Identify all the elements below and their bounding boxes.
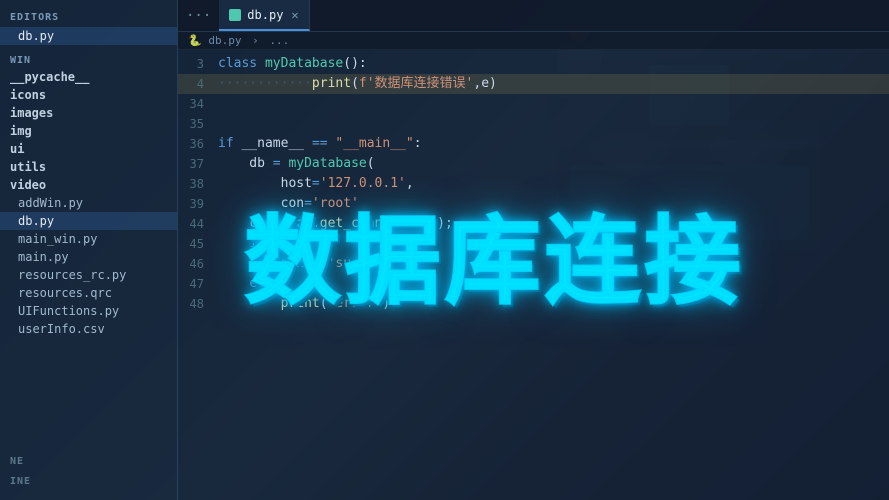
sidebar: EDITORS db.py WIN __pycache__ icons imag… xyxy=(0,0,178,500)
sidebar-file-main-win[interactable]: main_win.py xyxy=(0,230,177,248)
sidebar-folder-ui[interactable]: ui xyxy=(0,140,177,158)
code-line-39: 39 con='root' xyxy=(178,194,889,214)
breadcrumb-extra: ... xyxy=(269,34,289,47)
breadcrumb: 🐍 db.py › ... xyxy=(178,32,889,50)
sidebar-folder-utils[interactable]: utils xyxy=(0,158,177,176)
tab-label-db-py: db.py xyxy=(247,8,283,22)
sidebar-file-userinfo[interactable]: userInfo.csv xyxy=(0,320,177,338)
sidebar-file-resources-rc[interactable]: resources_rc.py xyxy=(0,266,177,284)
code-editor[interactable]: 3 class myDatabase(): 4 ············prin… xyxy=(178,50,889,500)
sidebar-file-db[interactable]: db.py xyxy=(0,212,177,230)
line-number-34: 34 xyxy=(178,94,214,114)
sidebar-file-addwin[interactable]: addWin.py xyxy=(0,194,177,212)
line-number-36: 36 xyxy=(178,134,214,154)
tab-bar: ··· db.py ✕ xyxy=(178,0,889,32)
code-line-48: 48 print('error') xyxy=(178,294,889,314)
sidebar-item-db-py-editors[interactable]: db.py xyxy=(0,27,177,45)
code-content-37: db = myDatabase( xyxy=(214,154,375,174)
sidebar-file-resources-qrc[interactable]: resources.qrc xyxy=(0,284,177,302)
line-number-45: 45 xyxy=(178,234,214,254)
tab-overflow-dots[interactable]: ··· xyxy=(178,8,219,24)
bottom-label-ne: NE xyxy=(0,453,178,470)
breadcrumb-sep: › xyxy=(252,34,259,47)
sidebar-folder-pycache[interactable]: __pycache__ xyxy=(0,68,177,86)
sidebar-file-uifunctions[interactable]: UIFunctions.py xyxy=(0,302,177,320)
code-line-38: 38 host='127.0.0.1', xyxy=(178,174,889,194)
sidebar-folder-images[interactable]: images xyxy=(0,104,177,122)
code-content-44: con = db.get_connection(); xyxy=(214,214,453,234)
code-content-48: print('error') xyxy=(214,294,390,314)
tab-close-button[interactable]: ✕ xyxy=(291,8,298,22)
breadcrumb-icon: 🐍 xyxy=(188,34,202,47)
code-line-36: 36 if __name__ == "__main__": xyxy=(178,134,889,154)
code-line-3: 3 class myDatabase(): xyxy=(178,54,889,74)
bottom-ne: NE xyxy=(0,453,178,470)
code-line-4: 4 ············print(f'数据库连接错误',e) xyxy=(178,74,889,94)
editors-section: EDITORS db.py xyxy=(0,4,177,45)
tab-db-py[interactable]: db.py ✕ xyxy=(219,0,309,31)
bottom-label-ine: INE xyxy=(0,473,178,490)
code-content-45: if con: xyxy=(214,234,304,254)
code-line-35: 35 xyxy=(178,114,889,134)
breadcrumb-file: db.py xyxy=(208,34,241,47)
line-number-44: 44 xyxy=(178,214,214,234)
win-section: WIN __pycache__ icons images img ui util… xyxy=(0,49,177,338)
line-number-35: 35 xyxy=(178,114,214,134)
line-number-39: 39 xyxy=(178,194,214,214)
editors-label: EDITORS xyxy=(0,4,177,27)
code-content-39: con='root' xyxy=(214,194,359,214)
line-number-47: 47 xyxy=(178,274,214,294)
win-label: WIN xyxy=(0,49,177,68)
line-number-48: 48 xyxy=(178,294,214,314)
code-content-47: else: xyxy=(214,274,288,294)
code-content-3: class myDatabase(): xyxy=(214,54,367,74)
line-number-4: 4 xyxy=(178,74,214,94)
code-line-37: 37 db = myDatabase( xyxy=(178,154,889,174)
code-line-34: 34 xyxy=(178,94,889,114)
sidebar-folder-img[interactable]: img xyxy=(0,122,177,140)
code-line-44: 44 con = db.get_connection(); xyxy=(178,214,889,234)
main-editor-area: ··· db.py ✕ 🐍 db.py › ... 3 class myData… xyxy=(178,0,889,500)
line-number-37: 37 xyxy=(178,154,214,174)
sidebar-folder-video[interactable]: video xyxy=(0,176,177,194)
code-content-36: if __name__ == "__main__": xyxy=(214,134,422,154)
line-number-46: 46 xyxy=(178,254,214,274)
sidebar-folder-icons[interactable]: icons xyxy=(0,86,177,104)
sidebar-file-main[interactable]: main.py xyxy=(0,248,177,266)
code-line-47: 47 else: xyxy=(178,274,889,294)
code-content-46: print('succ') xyxy=(214,254,382,274)
code-lines: 3 class myDatabase(): 4 ············prin… xyxy=(178,50,889,318)
code-content-4: ············print(f'数据库连接错误',e) xyxy=(214,74,497,94)
line-number-3: 3 xyxy=(178,54,214,74)
bottom-ine: INE xyxy=(0,473,178,490)
python-file-icon xyxy=(229,9,241,21)
line-number-38: 38 xyxy=(178,174,214,194)
code-line-46: 46 print('succ') xyxy=(178,254,889,274)
ide-container: EDITORS db.py WIN __pycache__ icons imag… xyxy=(0,0,889,500)
code-content-38: host='127.0.0.1', xyxy=(214,174,414,194)
code-line-45: 45 if con: xyxy=(178,234,889,254)
